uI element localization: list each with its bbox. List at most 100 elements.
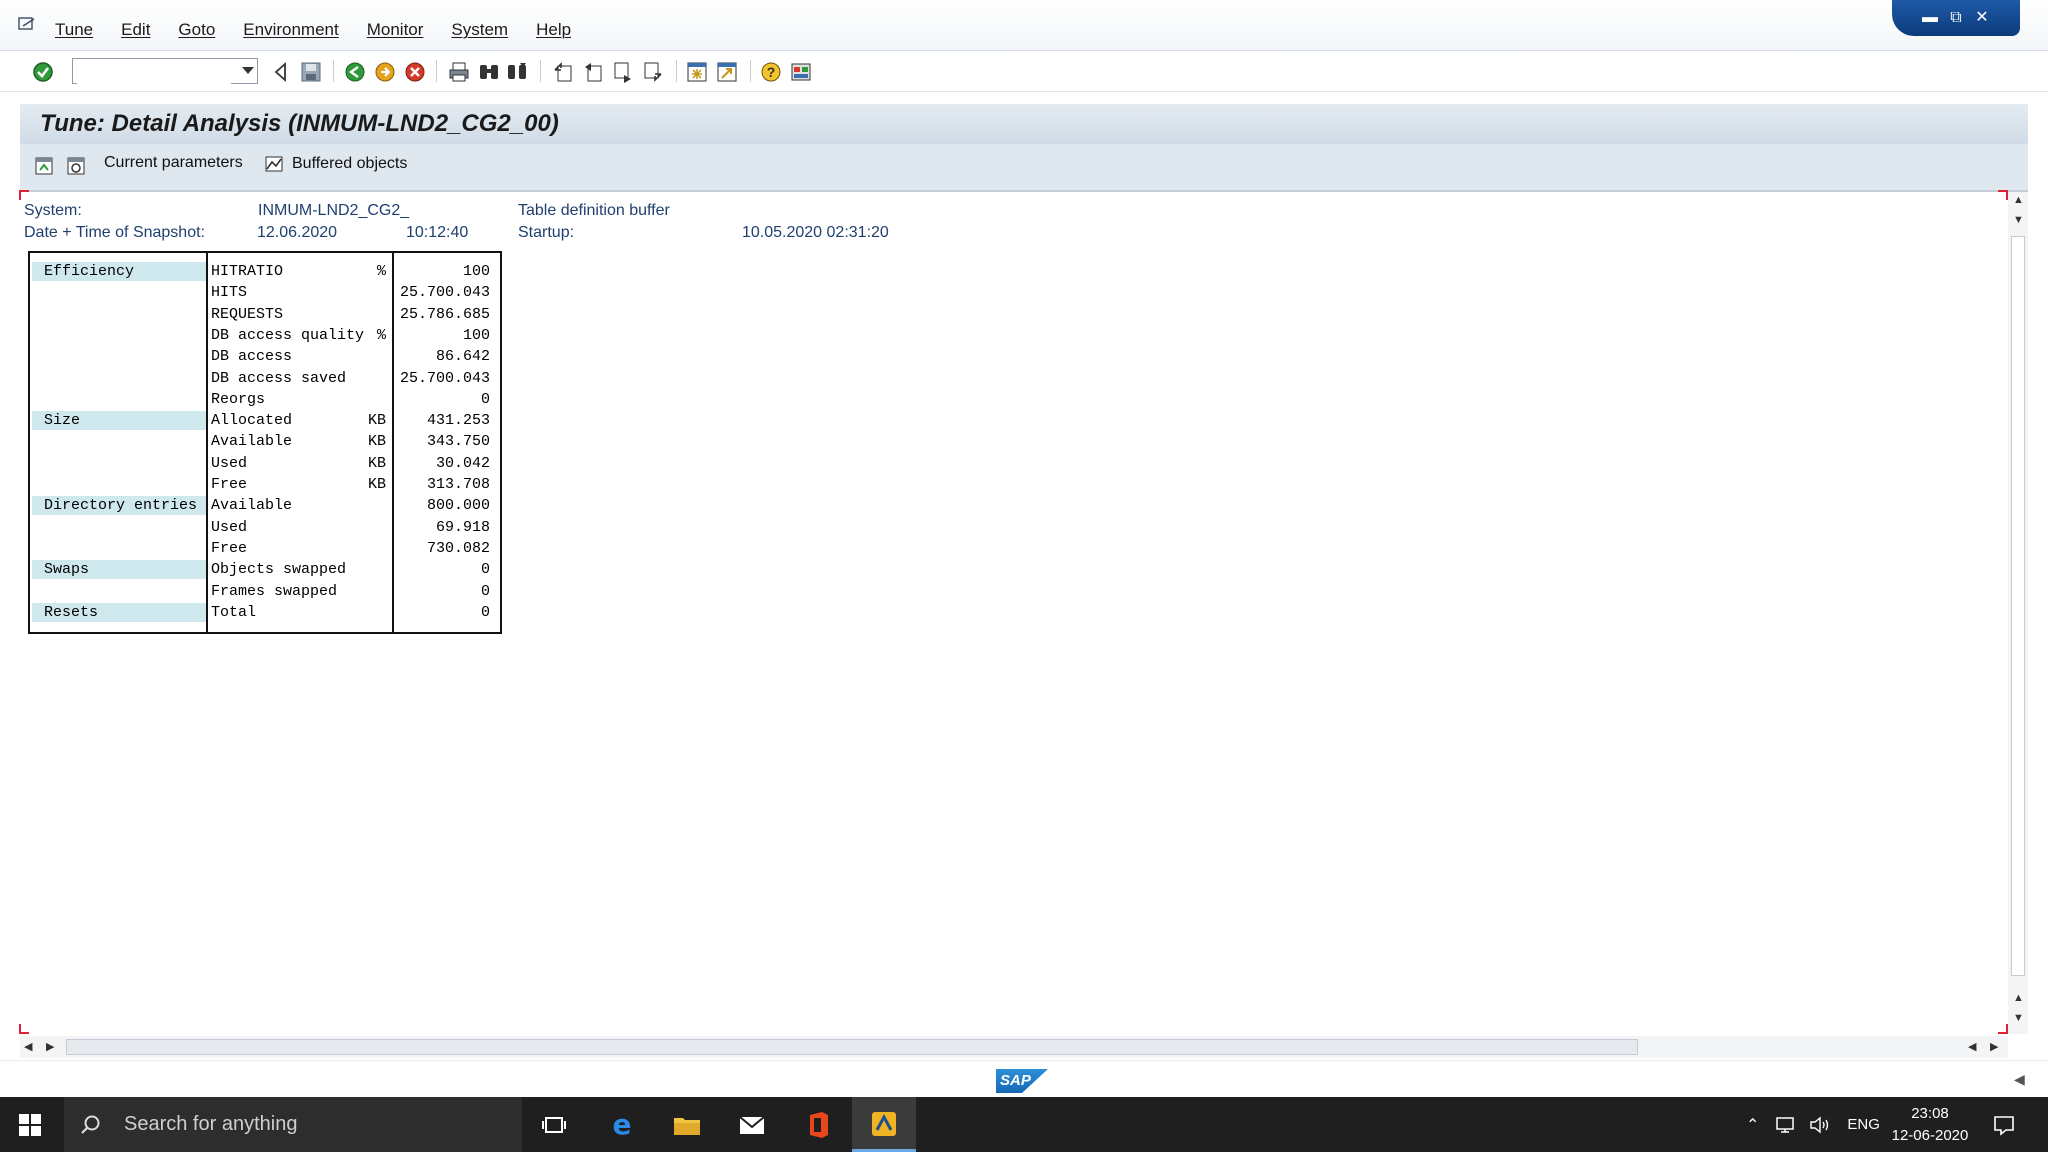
- window-controls: ▬ ⧉ ✕: [1892, 0, 2020, 36]
- save-icon[interactable]: [300, 61, 322, 83]
- table-row: Free KB 313.708: [30, 474, 500, 495]
- clock[interactable]: 23:08 12-06-2020: [1880, 1103, 1980, 1147]
- system-tray: ⌃ ENG: [1746, 1097, 1880, 1152]
- taskbar-search[interactable]: Search for anything: [64, 1097, 522, 1152]
- metric-label: Objects swapped: [211, 561, 347, 579]
- command-input[interactable]: [77, 60, 231, 84]
- buffer-statistics-table: Efficiency HITRATIO% 100 HITS 25.700.043 REQU…: [28, 251, 502, 634]
- next-page-icon[interactable]: [612, 61, 634, 83]
- customize-layout-icon[interactable]: [790, 61, 812, 83]
- category-cell: Swaps: [32, 560, 206, 580]
- chevron-up-icon[interactable]: ⌃: [1746, 1115, 1759, 1135]
- status-expand-icon[interactable]: ◀: [2014, 1071, 2025, 1088]
- shortcut-icon[interactable]: [716, 61, 738, 83]
- menu-help[interactable]: Help: [536, 20, 571, 40]
- volume-icon[interactable]: [1809, 1115, 1831, 1135]
- find-next-icon[interactable]: [506, 61, 528, 83]
- network-icon[interactable]: [1775, 1115, 1797, 1135]
- metric-value: 100: [462, 326, 490, 344]
- scroll-down-icon[interactable]: ▼: [2013, 214, 2024, 226]
- vertical-scrollbar[interactable]: ▲ ▼ ▲ ▼: [2008, 192, 2028, 1034]
- restore-button[interactable]: ⧉: [1946, 9, 1966, 27]
- metric-value: 86.642: [435, 348, 490, 366]
- scroll-up-icon[interactable]: ▲: [2013, 992, 2024, 1004]
- menu-tune[interactable]: Tune: [55, 20, 93, 40]
- file-explorer-icon[interactable]: [671, 1109, 703, 1141]
- search-icon: [81, 1115, 100, 1134]
- exit-icon[interactable]: [374, 61, 396, 83]
- edge-browser-icon[interactable]: e: [606, 1109, 638, 1141]
- scroll-right-icon[interactable]: ▶: [46, 1040, 54, 1053]
- menu-goto[interactable]: Goto: [178, 20, 215, 40]
- buffered-objects-button[interactable]: Buffered objects: [264, 154, 407, 174]
- cancel-icon[interactable]: [404, 61, 426, 83]
- previous-page-icon[interactable]: [582, 61, 604, 83]
- vertical-scroll-thumb[interactable]: [2011, 236, 2025, 976]
- page-title: Tune: Detail Analysis (INMUM-LND2_CG2_00…: [40, 110, 559, 137]
- unit-label: KB: [367, 476, 386, 493]
- print-icon[interactable]: [448, 61, 470, 83]
- current-parameters-button[interactable]: Current parameters: [104, 154, 243, 172]
- find-icon[interactable]: [478, 61, 500, 83]
- metric-value: 0: [480, 390, 490, 408]
- windows-taskbar: Search for anything e ⌃ ENG 23:08 12-06-…: [0, 1097, 2048, 1152]
- startup-value: 10.05.2020 02:31:20: [742, 224, 889, 241]
- menu-monitor[interactable]: Monitor: [367, 20, 424, 40]
- menu-environment[interactable]: Environment: [243, 20, 338, 40]
- task-view-icon[interactable]: [538, 1109, 570, 1141]
- menu-edit[interactable]: Edit: [121, 20, 150, 40]
- metric-value: 69.918: [435, 518, 490, 536]
- office-icon[interactable]: [802, 1109, 834, 1141]
- notifications-icon[interactable]: [1992, 1113, 2016, 1137]
- title-bar: Tune: Detail Analysis (INMUM-LND2_CG2_00…: [20, 104, 2028, 144]
- first-page-icon[interactable]: [552, 61, 574, 83]
- metric-value: 25.786.685: [399, 305, 490, 323]
- svg-text:?: ?: [767, 64, 776, 80]
- svg-text:e: e: [613, 1109, 632, 1141]
- refresh-icon[interactable]: [34, 156, 54, 176]
- table-row: Frames swapped 0: [30, 581, 500, 602]
- enter-check-icon[interactable]: [32, 61, 54, 83]
- metric-label: HITS: [211, 284, 248, 302]
- menu-bar: Tune Edit Goto Environment Monitor Syste…: [0, 0, 2048, 51]
- category-cell: Size: [32, 411, 206, 431]
- buffered-objects-label: Buffered objects: [292, 155, 408, 172]
- metric-value: 800.000: [426, 497, 490, 515]
- table-row: Used KB 30.042: [30, 453, 500, 474]
- minimize-button[interactable]: ▬: [1920, 9, 1940, 27]
- table-row: Resets Total 0: [30, 602, 500, 623]
- metric-label: Total: [211, 603, 257, 621]
- last-page-icon[interactable]: [642, 61, 664, 83]
- startup-label: Startup:: [518, 224, 575, 241]
- menu-options-icon[interactable]: [18, 17, 36, 31]
- metric-label: Free: [211, 539, 248, 557]
- frame-corner: [19, 1024, 29, 1034]
- scroll-right-icon[interactable]: ▶: [1990, 1040, 1998, 1053]
- unit-label: KB: [367, 433, 386, 451]
- windows-start-icon[interactable]: [18, 1113, 42, 1137]
- metric-label: DB access saved: [211, 369, 347, 387]
- menu-system[interactable]: System: [451, 20, 508, 40]
- scroll-left-icon[interactable]: ◀: [1968, 1040, 1976, 1053]
- metric-label: Allocated: [211, 412, 293, 430]
- back-green-icon[interactable]: [344, 61, 366, 83]
- create-session-icon[interactable]: [686, 61, 708, 83]
- back-icon[interactable]: [270, 61, 292, 83]
- metric-label: DB access: [211, 348, 293, 366]
- language-indicator[interactable]: ENG: [1847, 1116, 1880, 1133]
- command-field[interactable]: [72, 58, 258, 84]
- scroll-left-icon[interactable]: ◀: [24, 1040, 32, 1053]
- scroll-up-icon[interactable]: ▲: [2013, 194, 2024, 206]
- horizontal-scrollbar[interactable]: ◀ ▶ ◀ ▶: [20, 1036, 2008, 1058]
- table-row: REQUESTS 25.786.685: [30, 304, 500, 325]
- sap-logon-taskbar-button[interactable]: [852, 1097, 916, 1152]
- history-icon[interactable]: [66, 156, 86, 176]
- toolbar-separator: [436, 60, 437, 82]
- chevron-down-icon[interactable]: [242, 67, 254, 74]
- close-button[interactable]: ✕: [1972, 9, 1992, 27]
- horizontal-scroll-thumb[interactable]: [66, 1039, 1638, 1055]
- mail-icon[interactable]: [736, 1109, 768, 1141]
- help-icon[interactable]: ?: [760, 61, 782, 83]
- scroll-down-icon[interactable]: ▼: [2013, 1012, 2024, 1024]
- table-row: Reorgs 0: [30, 389, 500, 410]
